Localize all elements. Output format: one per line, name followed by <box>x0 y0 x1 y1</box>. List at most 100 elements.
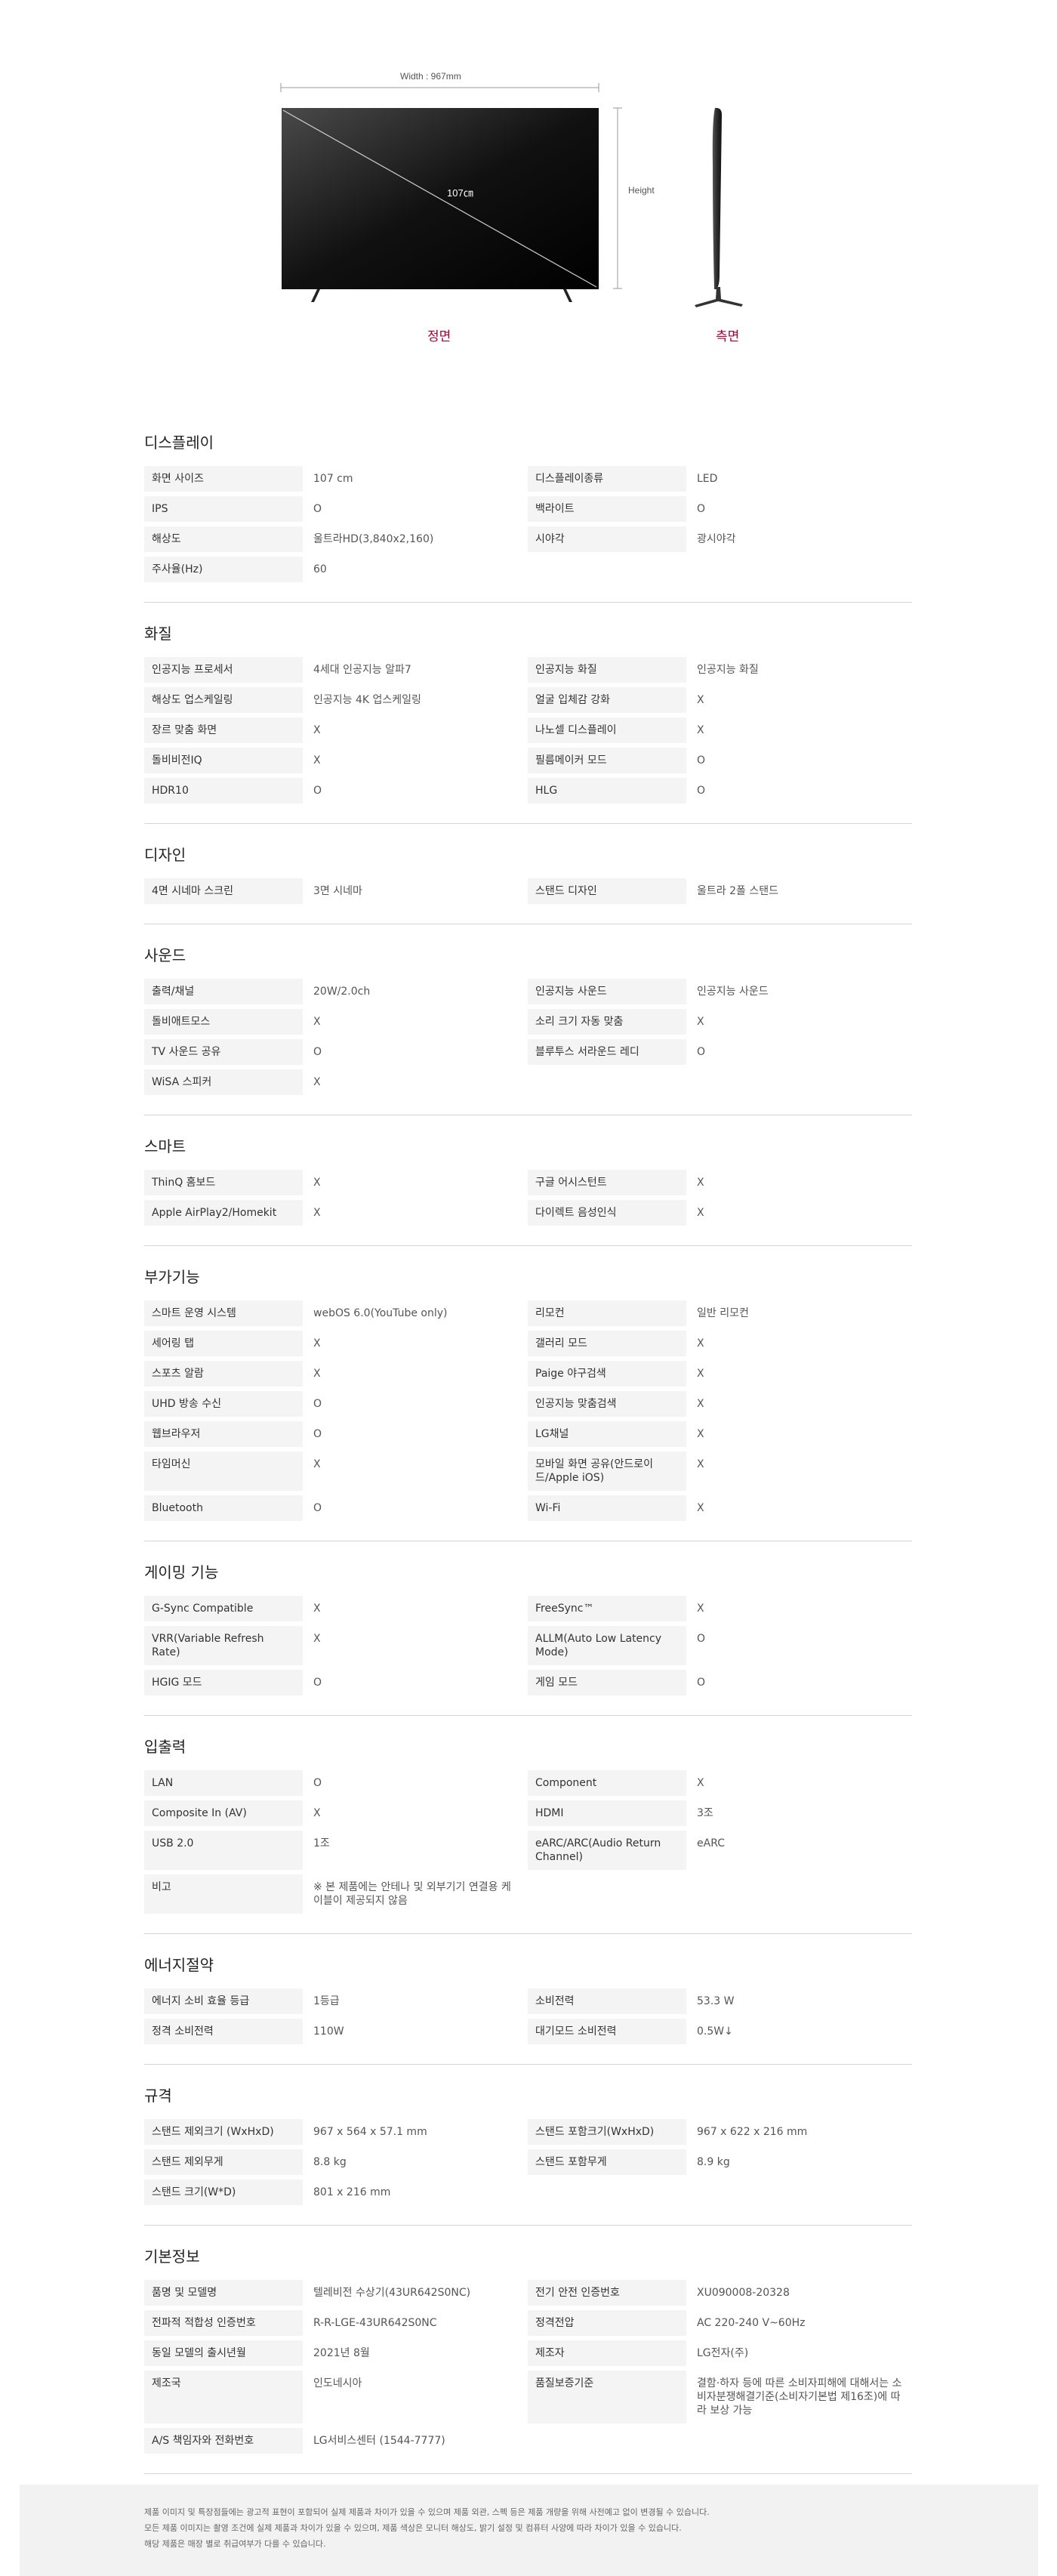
spec-label: 나노셀 디스플레이 <box>528 717 686 743</box>
spec-label: 소리 크기 자동 맞춤 <box>528 1009 686 1035</box>
spec-item: VRR(Variable Refresh Rate) X <box>144 1626 528 1665</box>
spec-item: Wi-Fi X <box>528 1495 911 1521</box>
spec-value: 2021년 8월 <box>313 2347 370 2359</box>
spec-item: 돌비애트모스 X <box>144 1009 528 1035</box>
spec-value: X <box>313 1633 321 1645</box>
spec-item: ThinQ 홈보드 X <box>144 1170 528 1195</box>
spec-value: X <box>313 1458 321 1470</box>
spec-value: 울트라 2폴 스탠드 <box>697 885 778 897</box>
spec-label: 해상도 <box>144 526 303 552</box>
width-label: Width : 967mm <box>400 71 461 82</box>
spec-value: X <box>697 1368 704 1380</box>
spec-value: 일반 리모컨 <box>697 1307 749 1319</box>
spec-item: HDMI 3조 <box>528 1800 911 1826</box>
section-title: 화질 <box>144 625 172 643</box>
spec-value: X <box>313 754 321 767</box>
spec-row: 에너지 소비 효율 등급 1등급 소비전력 53.3 W <box>144 1988 912 2014</box>
spec-label: 스탠드 제외크기 (WxHxD) <box>144 2119 303 2145</box>
spec-row: Bluetooth O Wi-Fi X <box>144 1495 912 1521</box>
spec-table: 디스플레이 화면 사이즈 107 cm 디스플레이종류 LED IPS O 백라이트 O 해상도 울… <box>144 412 912 2474</box>
spec-value: X <box>697 1016 704 1028</box>
spec-item: LAN O <box>144 1770 528 1796</box>
spec-label: USB 2.0 <box>144 1831 303 1870</box>
spec-row: 해상도 울트라HD(3,840x2,160) 시야각 광시야각 <box>144 526 912 552</box>
spec-label: eARC/ARC(Audio Return Channel) <box>528 1831 686 1870</box>
spec-label: 스포츠 알람 <box>144 1361 303 1387</box>
spec-label: 정격전압 <box>528 2310 686 2336</box>
spec-item: 출력/채널 20W/2.0ch <box>144 979 528 1004</box>
spec-row: WiSA 스피커 X <box>144 1069 912 1095</box>
spec-value: ※ 본 제품에는 안테나 및 외부기기 연결용 케이블이 제공되지 않음 <box>313 1881 511 1907</box>
section-title: 에너지절약 <box>144 1956 214 1974</box>
spec-section: 기본정보 품명 및 모델명 텔레비전 수상기(43UR642S0NC) 전기 안전 인… <box>144 2226 912 2474</box>
spec-item: 구글 어시스턴트 X <box>528 1170 911 1195</box>
spec-item: 스마트 운영 시스템 webOS 6.0(YouTube only) <box>144 1300 528 1326</box>
spec-value: X <box>313 1807 321 1819</box>
spec-label: 화면 사이즈 <box>144 466 303 492</box>
spec-item: 필름메이커 모드 O <box>528 748 911 773</box>
spec-item: Bluetooth O <box>144 1495 528 1521</box>
spec-value: 인공지능 화질 <box>697 664 759 676</box>
spec-item: 나노셀 디스플레이 X <box>528 717 911 743</box>
spec-row: 동일 모델의 출시년월 2021년 8월 제조자 LG전자(주) <box>144 2340 912 2366</box>
spec-item: UHD 방송 수신 O <box>144 1391 528 1417</box>
spec-value: O <box>313 785 322 797</box>
spec-row: 비고 ※ 본 제품에는 안테나 및 외부기기 연결용 케이블이 제공되지 않음 <box>144 1874 912 1914</box>
section-title: 게이밍 기능 <box>144 1563 219 1581</box>
spec-row: 스탠드 제외무게 8.8 kg 스탠드 포함무게 8.9 kg <box>144 2149 912 2175</box>
spec-label: 웹브라우저 <box>144 1421 303 1447</box>
spec-label: 스탠드 디자인 <box>528 878 686 904</box>
spec-item: 스탠드 포함무게 8.9 kg <box>528 2149 911 2175</box>
spec-label: Paige 야구검색 <box>528 1361 686 1387</box>
spec-item: 에너지 소비 효율 등급 1등급 <box>144 1988 528 2014</box>
spec-label: HGIG 모드 <box>144 1670 303 1695</box>
spec-row: 스탠드 제외크기 (WxHxD) 967 x 564 x 57.1 mm 스탠드 포… <box>144 2119 912 2145</box>
spec-label: 전파적 적합성 인증번호 <box>144 2310 303 2336</box>
spec-item: 디스플레이종류 LED <box>528 466 911 492</box>
spec-item: ALLM(Auto Low Latency Mode) O <box>528 1626 911 1665</box>
spec-row: 스마트 운영 시스템 webOS 6.0(YouTube only) 리모컨 일반 리… <box>144 1300 912 1326</box>
spec-item: 해상도 울트라HD(3,840x2,160) <box>144 526 528 552</box>
spec-item: HDR10 O <box>144 778 528 804</box>
section-title: 규격 <box>144 2087 172 2105</box>
spec-label: LG채널 <box>528 1421 686 1447</box>
spec-row: HDR10 O HLG O <box>144 778 912 804</box>
disclaimer-list: 제품 이미지 및 특장점들에는 광고적 표현이 포함되어 실제 제품과 차이가 … <box>20 2485 1038 2552</box>
spec-label: 디스플레이종류 <box>528 466 686 492</box>
spec-label: LAN <box>144 1770 303 1796</box>
spec-row: 웹브라우저 O LG채널 X <box>144 1421 912 1447</box>
spec-value: 3조 <box>697 1807 713 1819</box>
spec-row: LAN O Component X <box>144 1770 912 1796</box>
spec-item: 스탠드 제외크기 (WxHxD) 967 x 564 x 57.1 mm <box>144 2119 528 2145</box>
spec-item: 인공지능 화질 인공지능 화질 <box>528 657 911 683</box>
spec-label: 인공지능 프로세서 <box>144 657 303 683</box>
spec-label: 4면 시네마 스크린 <box>144 878 303 904</box>
spec-item: eARC/ARC(Audio Return Channel) eARC <box>528 1831 911 1870</box>
spec-label: 돌비애트모스 <box>144 1009 303 1035</box>
spec-label: 갤러리 모드 <box>528 1331 686 1356</box>
spec-item: 스탠드 디자인 울트라 2폴 스탠드 <box>528 878 911 904</box>
spec-item: 스탠드 크기(W*D) 801 x 216 mm <box>144 2180 528 2205</box>
spec-item: 소비전력 53.3 W <box>528 1988 911 2014</box>
spec-section: 디자인 4면 시네마 스크린 3면 시네마 스탠드 디자인 울트라 2폴 스탠드 <box>144 824 912 924</box>
spec-value: 광시야각 <box>697 533 736 545</box>
spec-item: 정격 소비전력 110W <box>144 2019 528 2044</box>
spec-value: 8.8 kg <box>313 2156 347 2168</box>
spec-value: O <box>313 1428 322 1440</box>
spec-item: Composite In (AV) X <box>144 1800 528 1826</box>
spec-value: X <box>697 694 704 706</box>
tv-front-illustration <box>280 83 743 307</box>
spec-item: 4면 시네마 스크린 3면 시네마 <box>144 878 528 904</box>
spec-item: 동일 모델의 출시년월 2021년 8월 <box>144 2340 528 2366</box>
spec-row: 인공지능 프로세서 4세대 인공지능 알파7 인공지능 화질 인공지능 화질 <box>144 657 912 683</box>
spec-item: Apple AirPlay2/Homekit X <box>144 1200 528 1226</box>
spec-label: 전기 안전 인증번호 <box>528 2280 686 2306</box>
spec-value: O <box>697 503 706 515</box>
spec-label: ThinQ 홈보드 <box>144 1170 303 1195</box>
spec-item: 인공지능 프로세서 4세대 인공지능 알파7 <box>144 657 528 683</box>
spec-label: 인공지능 사운드 <box>528 979 686 1004</box>
spec-label: 스탠드 포함크기(WxHxD) <box>528 2119 686 2145</box>
section-divider <box>144 587 912 603</box>
spec-label: 출력/채널 <box>144 979 303 1004</box>
spec-section: 사운드 출력/채널 20W/2.0ch 인공지능 사운드 인공지능 사운드 돌비애트모스 X… <box>144 924 912 1115</box>
